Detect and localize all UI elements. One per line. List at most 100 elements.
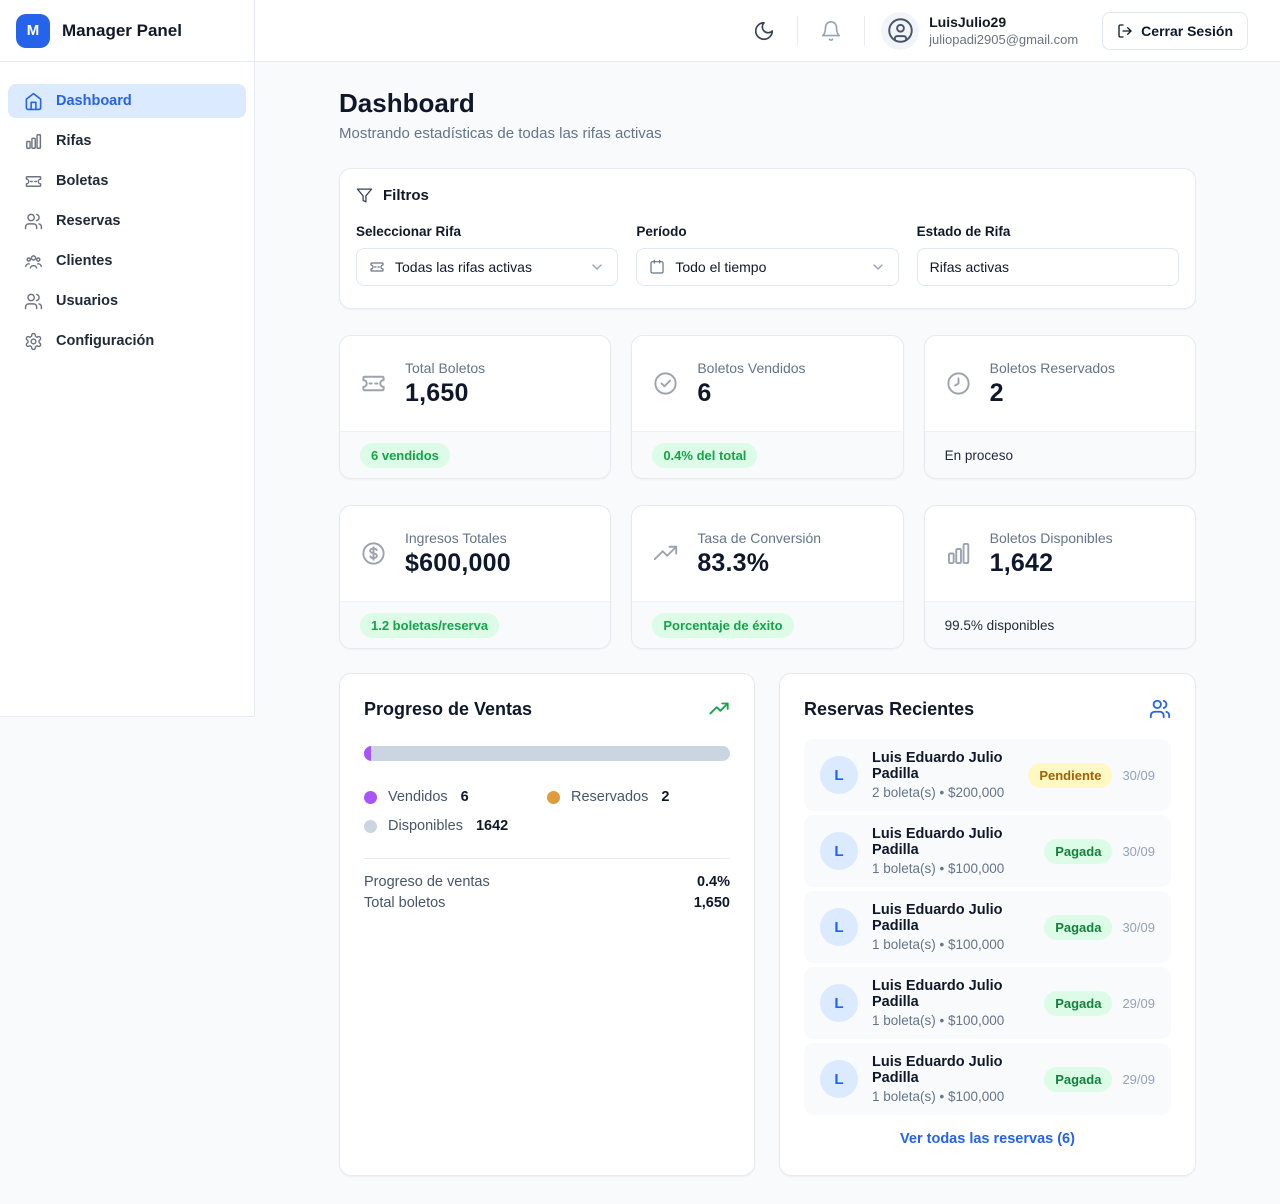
dollar-circle-icon	[360, 540, 387, 567]
stat-card-boletos-vendidos: Boletos Vendidos 6 0.4% del total	[631, 335, 903, 479]
users-icon	[24, 212, 43, 231]
legend-label: Disponibles	[388, 818, 463, 834]
legend-label: Vendidos	[388, 789, 448, 805]
stat-label: Ingresos Totales	[405, 530, 511, 546]
ticket-icon	[369, 259, 385, 275]
filter-label: Seleccionar Rifa	[356, 224, 618, 239]
reservation-date: 30/09	[1122, 768, 1155, 783]
stat-label: Boletos Disponibles	[990, 530, 1113, 546]
stat-card-boletos-reservados: Boletos Reservados 2 En proceso	[924, 335, 1196, 479]
summary-label: Progreso de ventas	[364, 872, 490, 893]
reservation-row[interactable]: L Luis Eduardo Julio Padilla 1 boleta(s)…	[804, 967, 1171, 1039]
reservation-detail: 1 boleta(s) • $100,000	[872, 1013, 1030, 1028]
notifications-button[interactable]	[814, 14, 848, 48]
stat-value: 2	[990, 379, 1115, 408]
sidebar-item-boletas[interactable]: Boletas	[8, 164, 246, 198]
gear-icon	[24, 332, 43, 351]
user-menu[interactable]: LuisJulio29 juliopadi2905@gmail.com	[881, 12, 1078, 50]
reservations-title: Reservas Recientes	[804, 699, 974, 720]
stat-label: Tasa de Conversión	[697, 530, 821, 546]
estado-input[interactable]: Rifas activas	[917, 248, 1179, 286]
reservation-name: Luis Eduardo Julio Padilla	[872, 750, 1014, 782]
sidebar-item-clientes[interactable]: Clientes	[8, 244, 246, 278]
users-icon	[24, 292, 43, 311]
users-group-icon	[24, 252, 43, 271]
user-name: LuisJulio29	[929, 13, 1078, 31]
filter-field-rifa: Seleccionar Rifa Todas las rifas activas	[356, 224, 618, 286]
filters-card: Filtros Seleccionar Rifa Todas las rifas…	[339, 168, 1196, 309]
stat-value: $600,000	[405, 549, 511, 578]
app-logo: M	[16, 14, 50, 48]
reservation-date: 30/09	[1122, 920, 1155, 935]
trending-up-icon	[652, 540, 679, 567]
sidebar-item-label: Reservas	[56, 213, 121, 229]
legend-item-vendidos: Vendidos 6	[364, 789, 547, 805]
sidebar-item-label: Dashboard	[56, 93, 132, 109]
sidebar-item-dashboard[interactable]: Dashboard	[8, 84, 246, 118]
sidebar-item-label: Clientes	[56, 253, 112, 269]
page-title: Dashboard	[339, 88, 1196, 119]
avatar: L	[820, 756, 858, 794]
summary-value: 0.4%	[697, 872, 730, 893]
legend-value: 6	[461, 789, 469, 805]
stat-value: 83.3%	[697, 549, 821, 578]
progress-legend: Vendidos 6 Reservados 2 Disponibles 1642	[364, 789, 730, 834]
clock-icon	[945, 370, 972, 397]
reservation-name: Luis Eduardo Julio Padilla	[872, 978, 1030, 1010]
stat-footer-badge: 6 vendidos	[360, 443, 450, 468]
reservation-date: 29/09	[1122, 996, 1155, 1011]
sidebar-item-configuracion[interactable]: Configuración	[8, 324, 246, 358]
reservation-row[interactable]: L Luis Eduardo Julio Padilla 2 boleta(s)…	[804, 739, 1171, 811]
reservation-row[interactable]: L Luis Eduardo Julio Padilla 1 boleta(s)…	[804, 891, 1171, 963]
legend-value: 2	[661, 789, 669, 805]
sales-progress-bar	[364, 746, 730, 761]
app-header: M Manager Panel LuisJulio29 juliopadi290…	[0, 0, 1280, 62]
stat-footer-badge: 1.2 boletas/reserva	[360, 613, 499, 638]
status-badge: Pagada	[1044, 839, 1112, 864]
rifa-select[interactable]: Todas las rifas activas	[356, 248, 618, 286]
reservation-name: Luis Eduardo Julio Padilla	[872, 1054, 1030, 1086]
logout-button[interactable]: Cerrar Sesión	[1102, 12, 1248, 50]
sidebar: Dashboard Rifas Boletas Reservas Cliente…	[0, 62, 255, 717]
stat-card-ingresos-totales: Ingresos Totales $600,000 1.2 boletas/re…	[339, 505, 611, 649]
user-email: juliopadi2905@gmail.com	[929, 31, 1078, 48]
chevron-down-icon	[589, 259, 605, 275]
filters-header: Filtros	[356, 187, 1179, 204]
calendar-icon	[649, 259, 665, 275]
stat-value: 1,642	[990, 549, 1113, 578]
sidebar-item-rifas[interactable]: Rifas	[8, 124, 246, 158]
stat-footer-badge: Porcentaje de éxito	[652, 613, 793, 638]
stats-grid-row-2: Ingresos Totales $600,000 1.2 boletas/re…	[339, 505, 1196, 649]
moon-icon	[753, 20, 775, 42]
reservation-detail: 1 boleta(s) • $100,000	[872, 861, 1030, 876]
periodo-select-value: Todo el tiempo	[675, 259, 766, 275]
chevron-down-icon	[870, 259, 886, 275]
reservation-row[interactable]: L Luis Eduardo Julio Padilla 1 boleta(s)…	[804, 815, 1171, 887]
legend-dot	[364, 820, 377, 833]
estado-input-value: Rifas activas	[930, 259, 1009, 275]
reservation-date: 30/09	[1122, 844, 1155, 859]
header-divider	[864, 16, 865, 46]
sidebar-item-reservas[interactable]: Reservas	[8, 204, 246, 238]
trending-up-icon	[708, 698, 730, 720]
reservation-detail: 2 boleta(s) • $200,000	[872, 785, 1014, 800]
sidebar-item-usuarios[interactable]: Usuarios	[8, 284, 246, 318]
legend-item-reservados: Reservados 2	[547, 789, 730, 805]
filter-label: Período	[636, 224, 898, 239]
recent-reservations-card: Reservas Recientes L Luis Eduardo Julio …	[779, 673, 1196, 1176]
filter-label: Estado de Rifa	[917, 224, 1179, 239]
reservation-row[interactable]: L Luis Eduardo Julio Padilla 1 boleta(s)…	[804, 1043, 1171, 1115]
view-all-reservations-link[interactable]: Ver todas las reservas (6)	[900, 1131, 1075, 1147]
stat-value: 1,650	[405, 379, 485, 408]
reservation-detail: 1 boleta(s) • $100,000	[872, 937, 1030, 952]
header-actions: LuisJulio29 juliopadi2905@gmail.com Cerr…	[255, 0, 1280, 61]
status-badge: Pagada	[1044, 991, 1112, 1016]
avatar	[881, 12, 919, 50]
stat-label: Boletos Reservados	[990, 360, 1115, 376]
avatar: L	[820, 832, 858, 870]
stat-card-total-boletos: Total Boletos 1,650 6 vendidos	[339, 335, 611, 479]
dark-mode-toggle[interactable]	[747, 14, 781, 48]
periodo-select[interactable]: Todo el tiempo	[636, 248, 898, 286]
legend-label: Reservados	[571, 789, 648, 805]
status-badge: Pendiente	[1028, 763, 1112, 788]
